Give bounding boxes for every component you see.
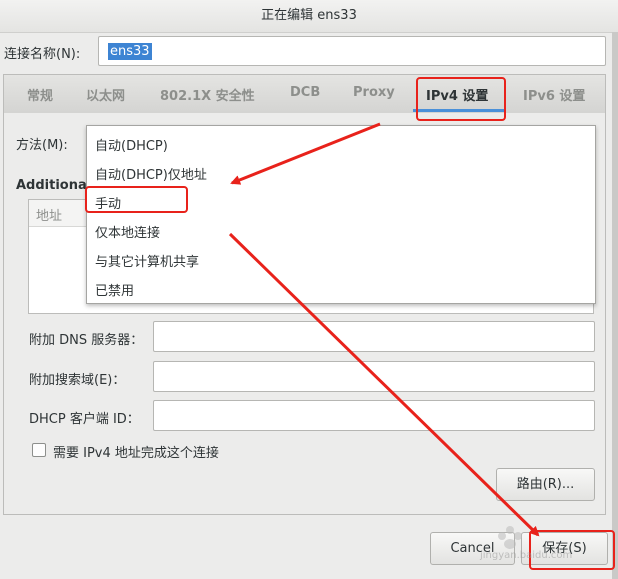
baidu-watermark: jingyan.baidu.com	[480, 520, 590, 564]
arrow-to-save	[228, 232, 540, 537]
baidu-paw-icon	[498, 526, 522, 549]
arrow-to-manual	[230, 122, 381, 185]
watermark-text: jingyan.baidu.com	[480, 550, 573, 561]
annotation-arrows	[228, 122, 540, 537]
